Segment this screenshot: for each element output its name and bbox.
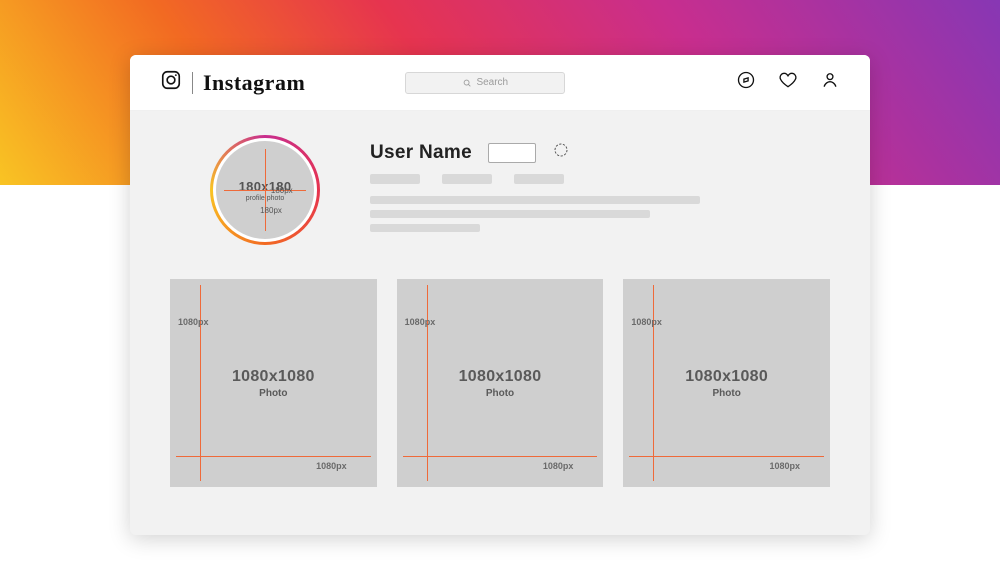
brand-divider — [192, 72, 193, 94]
tile-horizontal-label: 1080px — [543, 461, 574, 471]
tile-horizontal-label: 1080px — [769, 461, 800, 471]
avatar-guides — [216, 141, 314, 239]
photo-tile[interactable]: 1080px 1080px 1080x1080 Photo — [397, 279, 604, 487]
instagram-glyph-icon — [160, 69, 182, 96]
profile-icon[interactable] — [820, 70, 840, 95]
brand[interactable]: Instagram — [160, 69, 305, 96]
tile-dimension: 1080x1080 — [232, 368, 315, 386]
tile-horizontal-label: 1080px — [316, 461, 347, 471]
bio-placeholder — [370, 196, 830, 232]
follow-button[interactable] — [488, 143, 536, 163]
stat-placeholder — [370, 174, 420, 184]
settings-badge-icon[interactable] — [552, 141, 570, 164]
search-placeholder: Search — [476, 77, 508, 88]
explore-icon[interactable] — [736, 70, 756, 95]
search-input[interactable]: Search — [405, 72, 565, 94]
tile-sublabel: Photo — [486, 388, 514, 399]
tile-vertical-label: 1080px — [631, 317, 662, 327]
tile-dimension: 1080x1080 — [459, 368, 542, 386]
tile-sublabel: Photo — [259, 388, 287, 399]
top-nav: Instagram Search — [130, 55, 870, 111]
tile-vertical-label: 1080px — [178, 317, 209, 327]
avatar[interactable]: 180x180 profile photo 180px 180px — [210, 135, 320, 245]
avatar-radius-v: 180px — [260, 206, 282, 215]
tile-sublabel: Photo — [713, 388, 741, 399]
tile-vertical-label: 1080px — [405, 317, 436, 327]
photo-grid: 1080px 1080px 1080x1080 Photo 1080px 108… — [130, 245, 870, 487]
photo-tile[interactable]: 1080px 1080px 1080x1080 Photo — [623, 279, 830, 487]
app-window: Instagram Search — [130, 55, 870, 535]
avatar-radius-h: 180px — [271, 186, 293, 195]
stats-row — [370, 174, 830, 184]
brand-wordmark: Instagram — [203, 70, 305, 96]
profile-meta: User Name — [370, 135, 830, 245]
stat-placeholder — [442, 174, 492, 184]
heart-icon[interactable] — [778, 70, 798, 95]
username: User Name — [370, 142, 472, 164]
tile-dimension: 1080x1080 — [685, 368, 768, 386]
photo-tile[interactable]: 1080px 1080px 1080x1080 Photo — [170, 279, 377, 487]
stat-placeholder — [514, 174, 564, 184]
profile-header: 180x180 profile photo 180px 180px User N… — [130, 111, 870, 245]
